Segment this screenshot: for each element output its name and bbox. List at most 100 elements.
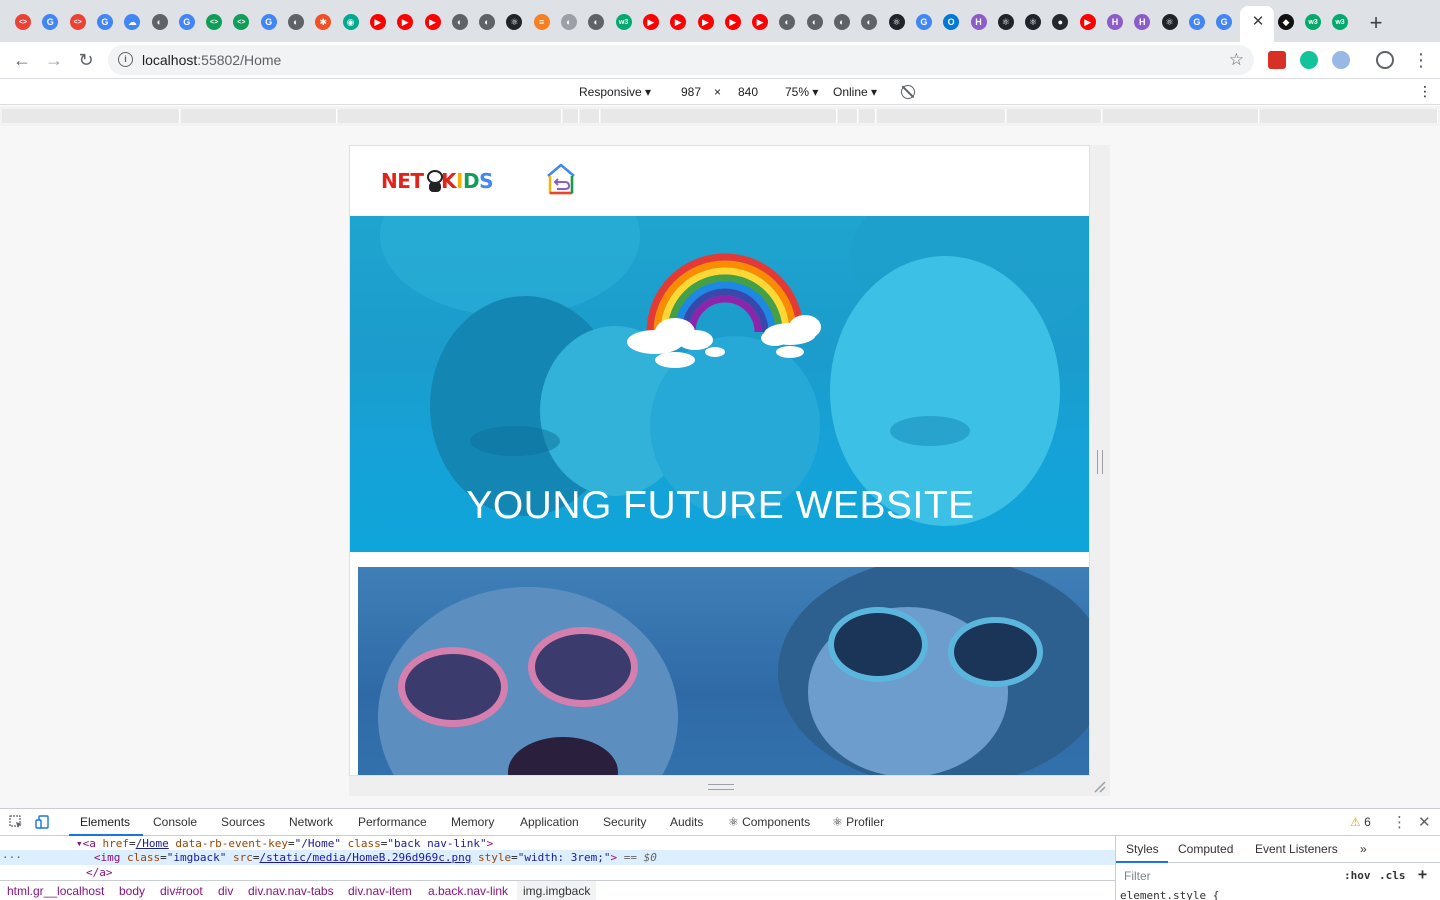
ruler-segment[interactable] <box>1007 109 1102 123</box>
forward-arrow-icon[interactable]: → <box>44 50 64 70</box>
site-info-icon[interactable]: i <box>118 52 133 67</box>
breadcrumb-item[interactable]: body <box>119 884 145 898</box>
devtools-tab-network[interactable]: Network <box>289 815 333 829</box>
breadcrumb-item[interactable]: a.back.nav-link <box>428 884 508 898</box>
ruler-segment[interactable] <box>2 109 180 123</box>
resize-handle-right[interactable] <box>1097 450 1103 474</box>
breadcrumb-item[interactable]: img.imgback <box>517 881 597 900</box>
ruler-segment[interactable] <box>838 109 858 123</box>
breadcrumb-item[interactable]: div.nav-item <box>348 884 412 898</box>
devtools-tab-elements[interactable]: Elements <box>80 815 130 829</box>
browser-tab[interactable]: ⚛ <box>1159 11 1181 39</box>
browser-tab[interactable]: ◐ <box>831 11 853 39</box>
browser-tab[interactable]: G <box>1186 11 1208 39</box>
chrome-menu-icon[interactable]: ⋮ <box>1412 50 1430 70</box>
ruler-segment[interactable] <box>601 109 837 123</box>
profile-avatar-icon[interactable] <box>1376 51 1394 69</box>
dom-node-img-selected[interactable]: ··· <img class="imgback" src=/static/medi… <box>0 850 1115 865</box>
ruler-segment[interactable] <box>580 109 600 123</box>
new-tab-button[interactable]: + <box>1366 12 1386 34</box>
browser-tab[interactable]: ◐ <box>776 11 798 39</box>
browser-tab[interactable]: ▶ <box>1077 11 1099 39</box>
browser-tab[interactable]: G <box>39 11 61 39</box>
ruler-segment[interactable] <box>1260 109 1438 123</box>
browser-tab[interactable]: ◆ <box>1275 11 1297 39</box>
browser-tab[interactable]: ◐ <box>558 11 580 39</box>
devtools-tab-application[interactable]: Application <box>520 815 579 829</box>
media-query-ruler[interactable] <box>0 106 1440 126</box>
devtools-tab-audits[interactable]: Audits <box>670 815 703 829</box>
ruler-segment[interactable] <box>1103 109 1259 123</box>
browser-tab[interactable]: G <box>1213 11 1235 39</box>
browser-tab[interactable]: ▶ <box>667 11 689 39</box>
browser-tab[interactable]: <> <box>12 11 34 39</box>
devtools-tab-console[interactable]: Console <box>153 815 197 829</box>
grammarly-icon[interactable] <box>1300 51 1318 69</box>
styles-pane-tab[interactable]: Computed <box>1178 842 1233 856</box>
browser-tab[interactable]: ▶ <box>722 11 744 39</box>
inspect-element-icon[interactable] <box>9 815 23 829</box>
device-mode-select[interactable]: Responsive ▾ <box>579 85 651 99</box>
browser-tab[interactable]: w3 <box>613 11 635 39</box>
browser-tab[interactable]: H <box>1131 11 1153 39</box>
element-style-rule[interactable]: element.style { <box>1120 889 1219 900</box>
hover-state-toggle[interactable]: :hov <box>1344 869 1371 882</box>
browser-tab[interactable]: ◐ <box>476 11 498 39</box>
browser-tab[interactable]: w3 <box>1302 11 1324 39</box>
styles-pane-tab[interactable]: » <box>1360 842 1367 856</box>
extension-red-icon[interactable] <box>1268 51 1286 69</box>
breadcrumb-item[interactable]: div.nav.nav-tabs <box>248 884 334 898</box>
ruler-segment[interactable] <box>563 109 579 123</box>
browser-tab[interactable]: ◐ <box>149 11 171 39</box>
extension-blue-icon[interactable] <box>1332 51 1350 69</box>
back-arrow-icon[interactable]: ← <box>12 50 32 70</box>
devtools-tab-components[interactable]: ⚛ Components <box>728 815 810 829</box>
browser-tab[interactable]: ☁ <box>121 11 143 39</box>
styles-pane-tab[interactable]: Event Listeners <box>1255 842 1338 856</box>
reload-icon[interactable]: ↻ <box>76 50 96 70</box>
browser-tab[interactable]: <> <box>67 11 89 39</box>
browser-tab[interactable]: <> <box>203 11 225 39</box>
bookmark-star-icon[interactable]: ☆ <box>1229 50 1244 70</box>
browser-tab[interactable]: ▶ <box>640 11 662 39</box>
browser-tab[interactable]: H <box>1104 11 1126 39</box>
browser-tab[interactable]: w3 <box>1329 11 1351 39</box>
browser-tab[interactable]: ≡ <box>531 11 553 39</box>
viewport-width-input[interactable]: 987 <box>681 85 701 99</box>
breadcrumb-item[interactable]: html.gr__localhost <box>7 884 104 898</box>
browser-tab[interactable]: ⚛ <box>886 11 908 39</box>
netkids-logo[interactable]: NET K I D S <box>381 166 493 196</box>
browser-tab[interactable]: ✱ <box>312 11 334 39</box>
device-more-icon[interactable]: ⋮ <box>1418 83 1432 100</box>
browser-tab[interactable]: ◐ <box>449 11 471 39</box>
styles-filter-input[interactable]: Filter <box>1124 869 1151 883</box>
browser-tab[interactable]: ⚛ <box>503 11 525 39</box>
devtools-tab-performance[interactable]: Performance <box>358 815 427 829</box>
browser-tab[interactable]: ◐ <box>585 11 607 39</box>
breadcrumb-item[interactable]: div <box>218 884 233 898</box>
devtools-tab-profiler[interactable]: ⚛ Profiler <box>832 815 884 829</box>
devtools-menu-icon[interactable]: ⋮ <box>1392 813 1407 831</box>
browser-tab[interactable]: ◐ <box>858 11 880 39</box>
browser-tab[interactable]: G <box>94 11 116 39</box>
browser-tab[interactable]: ⚛ <box>995 11 1017 39</box>
devtools-tab-memory[interactable]: Memory <box>451 815 494 829</box>
new-style-rule-button[interactable]: + <box>1418 865 1427 883</box>
devtools-tab-security[interactable]: Security <box>603 815 646 829</box>
browser-tab[interactable]: ▶ <box>422 11 444 39</box>
ruler-segment[interactable] <box>859 109 876 123</box>
browser-tab[interactable]: ◉ <box>340 11 362 39</box>
ruler-segment[interactable] <box>877 109 1006 123</box>
class-toggle[interactable]: .cls <box>1379 869 1406 882</box>
browser-tab[interactable]: ◐ <box>285 11 307 39</box>
viewport-height-input[interactable]: 840 <box>738 85 758 99</box>
browser-tab[interactable]: G <box>176 11 198 39</box>
dom-node-anchor-close[interactable]: </a> <box>0 865 1115 880</box>
address-bar[interactable]: i localhost:55802/Home ☆ <box>108 45 1254 75</box>
zoom-select[interactable]: 75% ▾ <box>785 85 818 99</box>
ruler-segment[interactable] <box>338 109 562 123</box>
browser-tab[interactable]: ● <box>1049 11 1071 39</box>
resize-handle-bottom[interactable] <box>708 784 734 790</box>
ruler-segment[interactable] <box>181 109 337 123</box>
rotate-icon[interactable] <box>901 85 915 99</box>
